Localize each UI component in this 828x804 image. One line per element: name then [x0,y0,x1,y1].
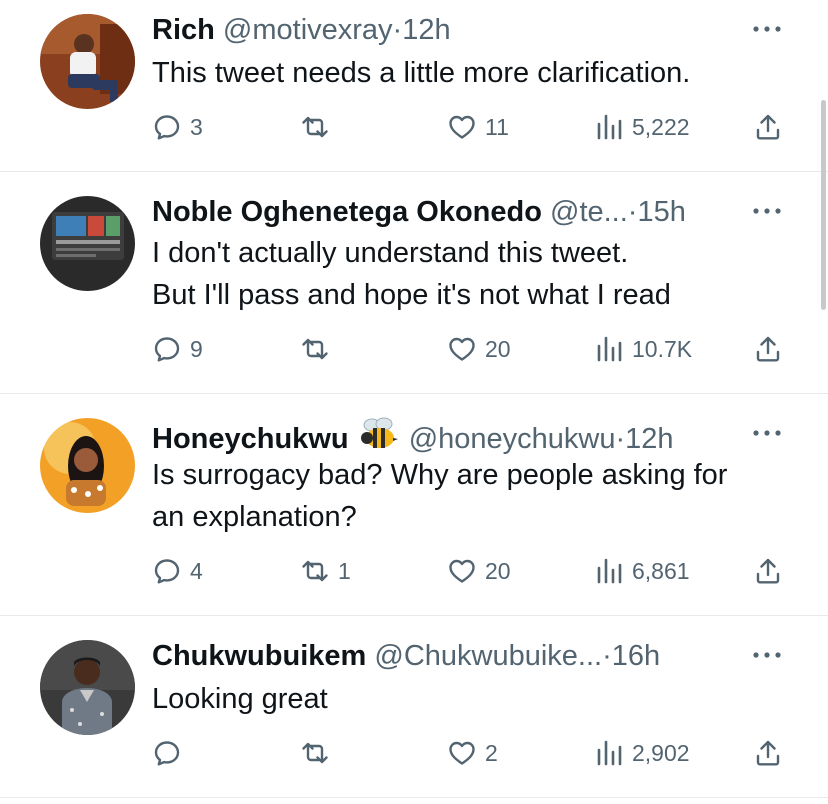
action-bar: 3 11 5,222 [0,110,828,144]
view-count: 5,222 [632,113,690,140]
share-icon [753,334,783,364]
avatar[interactable] [40,640,135,735]
separator-dot: · [392,14,403,46]
views-chart-icon [594,112,624,142]
reply-icon [152,334,182,364]
separator-dot: · [602,640,612,672]
retweet-icon [300,334,330,364]
like-button[interactable]: 20 [447,332,511,366]
tweet-text: Is surrogacy bad? Why are people asking … [152,454,798,538]
reply-icon [152,112,182,142]
tweet-header: Chukwubuikem @Chukwubuike...·16h [152,638,758,674]
retweet-icon [300,738,330,768]
tweet-text: This tweet needs a little more clarifica… [152,52,798,94]
views-button[interactable]: 5,222 [594,110,690,144]
tweet-text-line: This tweet needs a little more clarifica… [152,57,691,89]
reply-tweet[interactable]: Noble Oghenetega Okonedo @te...·15h I do… [0,172,828,394]
view-count: 10.7K [632,335,693,362]
retweet-button[interactable] [300,332,338,366]
views-button[interactable]: 6,861 [594,554,690,588]
reply-button[interactable]: 9 [152,332,203,366]
tweet-text: I don't actually understand this tweet. … [152,232,798,316]
retweet-button[interactable]: 1 [300,554,351,588]
scrollbar[interactable] [821,100,826,310]
separator-dot: · [615,423,626,455]
reply-count: 3 [190,113,203,140]
reply-button[interactable]: 3 [152,110,203,144]
display-name[interactable]: Honeychukwu [152,423,349,455]
heart-icon [447,738,477,768]
tweet-text: Looking great [152,678,798,720]
reply-icon [152,556,182,586]
avatar[interactable] [40,418,135,513]
reply-button[interactable] [152,736,190,770]
like-button[interactable]: 2 [447,736,498,770]
timestamp[interactable]: 16h [612,640,660,672]
timestamp[interactable]: 15h [637,196,685,228]
reply-button[interactable]: 4 [152,554,203,588]
share-icon [753,738,783,768]
more-options-icon[interactable] [752,206,782,216]
user-handle[interactable]: @motivexray [223,14,393,46]
like-count: 20 [485,335,511,362]
display-name[interactable]: Rich [152,14,215,46]
reply-tweet[interactable]: Rich @motivexray·12h This tweet needs a … [0,0,828,172]
tweet-text-line: Looking great [152,683,328,715]
like-count: 11 [485,113,509,140]
retweet-button[interactable] [300,110,338,144]
reply-count: 4 [190,557,203,584]
like-count: 2 [485,739,498,766]
share-button[interactable] [753,736,783,770]
retweet-icon [300,112,330,142]
like-button[interactable]: 11 [447,110,509,144]
reply-icon [152,738,182,768]
reply-tweet[interactable]: Chukwubuikem @Chukwubuike...·16h Looking… [0,616,828,798]
more-options-icon[interactable] [752,24,782,34]
action-bar: 2 2,902 [0,736,828,770]
reply-tweet[interactable]: Honeychukwu @honeychukwu·12h Is surrogac… [0,394,828,616]
like-count: 20 [485,557,511,584]
tweet-text-line: an explanation? [152,501,357,533]
timestamp[interactable]: 12h [625,423,673,455]
share-button[interactable] [753,554,783,588]
action-bar: 4 1 20 6,861 [0,554,828,588]
heart-icon [447,556,477,586]
views-chart-icon [594,556,624,586]
share-icon [753,112,783,142]
retweet-icon [300,556,330,586]
heart-icon [447,334,477,364]
share-icon [753,556,783,586]
view-count: 6,861 [632,557,690,584]
avatar[interactable] [40,196,135,291]
user-handle[interactable]: @Chukwubuike... [374,640,602,672]
tweet-header: Noble Oghenetega Okonedo @te...·15h [152,194,758,230]
view-count: 2,902 [632,739,690,766]
more-options-icon[interactable] [752,428,782,438]
retweet-button[interactable] [300,736,338,770]
views-button[interactable]: 10.7K [594,332,692,366]
share-button[interactable] [753,110,783,144]
views-button[interactable]: 2,902 [594,736,690,770]
like-button[interactable]: 20 [447,554,511,588]
avatar[interactable] [40,14,135,109]
views-chart-icon [594,738,624,768]
user-handle[interactable]: @honeychukwu [409,423,616,455]
timestamp[interactable]: 12h [402,14,450,46]
tweet-text-line: Is surrogacy bad? Why are people asking … [152,459,728,491]
retweet-count: 1 [338,557,351,584]
tweet-header: Rich @motivexray·12h [152,12,758,48]
user-handle[interactable]: @te... [550,196,628,228]
action-bar: 9 20 10.7K [0,332,828,366]
reply-count: 9 [190,335,203,362]
share-button[interactable] [753,332,783,366]
more-options-icon[interactable] [752,650,782,660]
tweet-text-line: But I'll pass and hope it's not what I r… [152,279,671,311]
display-name[interactable]: Chukwubuikem [152,640,366,672]
views-chart-icon [594,334,624,364]
display-name[interactable]: Noble Oghenetega Okonedo [152,196,542,228]
tweet-text-line: I don't actually understand this tweet. [152,237,629,269]
heart-icon [447,112,477,142]
